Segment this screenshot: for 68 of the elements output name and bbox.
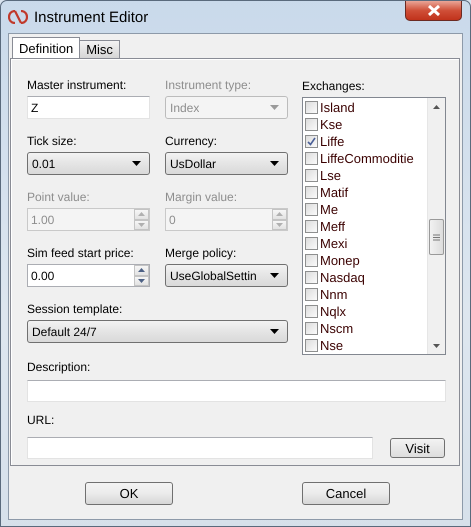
close-icon bbox=[426, 5, 440, 16]
field-label: Master instrument: bbox=[27, 77, 128, 93]
field-label: Exchanges: bbox=[302, 78, 366, 94]
dropdown-arrow-icon bbox=[270, 329, 279, 334]
field-label: Merge policy: bbox=[165, 245, 238, 261]
field-label: Description: bbox=[27, 359, 92, 375]
dropdown[interactable]: 0.01 bbox=[27, 152, 150, 175]
checkbox-label[interactable]: Island bbox=[320, 100, 355, 115]
checkbox[interactable] bbox=[305, 169, 318, 182]
checkbox-label[interactable]: Liffe bbox=[320, 134, 344, 149]
checkbox-label[interactable]: Nqlx bbox=[320, 304, 346, 319]
dropdown-arrow-icon bbox=[270, 105, 279, 110]
scrollbar[interactable] bbox=[427, 98, 445, 354]
checkbox[interactable] bbox=[305, 339, 318, 352]
checkbox-label[interactable]: Mexi bbox=[320, 236, 348, 251]
text-field[interactable] bbox=[27, 437, 374, 459]
checkbox[interactable] bbox=[305, 305, 318, 318]
dropdown-arrow-icon bbox=[132, 161, 141, 166]
checkbox-label[interactable]: Nnm bbox=[320, 287, 348, 302]
checkbox-label[interactable]: Nscm bbox=[320, 321, 354, 336]
tab[interactable]: Misc bbox=[79, 40, 120, 58]
visit-button[interactable]: Visit bbox=[390, 438, 445, 458]
dialog-button[interactable]: OK bbox=[85, 482, 173, 505]
field-label: Point value: bbox=[27, 189, 91, 205]
field-label: Sim feed start price: bbox=[27, 245, 135, 261]
field-label: Session template: bbox=[27, 301, 124, 317]
checkbox-label[interactable]: Kse bbox=[320, 117, 342, 132]
checkbox-label[interactable]: Lse bbox=[320, 168, 341, 183]
checkbox[interactable] bbox=[305, 135, 318, 148]
text-field[interactable]: Z bbox=[27, 96, 150, 119]
checkbox[interactable] bbox=[305, 220, 318, 233]
field-label: Instrument type: bbox=[165, 77, 252, 93]
checkbox[interactable] bbox=[305, 271, 318, 284]
close-button[interactable] bbox=[405, 1, 462, 21]
checkbox-label[interactable]: Meff bbox=[320, 219, 346, 234]
checkbox-label[interactable]: LiffeCommoditie bbox=[320, 151, 414, 166]
spin-down-icon[interactable] bbox=[134, 276, 149, 286]
text-field[interactable] bbox=[27, 380, 446, 402]
spin-field[interactable]: 0.00 bbox=[27, 264, 150, 287]
field-label: Tick size: bbox=[27, 133, 78, 149]
checkbox[interactable] bbox=[305, 254, 318, 267]
tab[interactable]: Definition bbox=[12, 37, 80, 58]
checkbox[interactable] bbox=[305, 322, 318, 335]
dialog-button[interactable]: Cancel bbox=[302, 482, 390, 505]
checkbox[interactable] bbox=[305, 101, 318, 114]
dropdown[interactable]: Default 24/7 bbox=[27, 320, 288, 343]
field-label: Currency: bbox=[165, 133, 218, 149]
checkbox[interactable] bbox=[305, 203, 318, 216]
field-label: Margin value: bbox=[165, 189, 238, 205]
scroll-thumb[interactable] bbox=[429, 219, 444, 255]
checkbox-label[interactable]: Me bbox=[320, 202, 338, 217]
checkbox-label[interactable]: Monep bbox=[320, 253, 360, 268]
spin-up-icon[interactable] bbox=[134, 265, 149, 276]
checkbox[interactable] bbox=[305, 152, 318, 165]
logo-icon bbox=[8, 10, 28, 24]
checkbox[interactable] bbox=[305, 288, 318, 301]
dropdown-arrow-icon bbox=[270, 273, 279, 278]
dropdown[interactable]: UseGlobalSettin bbox=[165, 264, 288, 287]
checkbox[interactable] bbox=[305, 186, 318, 199]
checkbox-label[interactable]: Nse bbox=[320, 338, 344, 353]
dropdown-arrow-icon bbox=[270, 161, 279, 166]
checkbox-label[interactable]: Nasdaq bbox=[320, 270, 365, 285]
checkbox[interactable] bbox=[305, 118, 318, 131]
checkbox[interactable] bbox=[305, 237, 318, 250]
dropdown[interactable]: UsDollar bbox=[165, 152, 288, 175]
field-label: URL: bbox=[27, 412, 56, 428]
window-title: Instrument Editor bbox=[34, 9, 148, 26]
checkbox-label[interactable]: Matif bbox=[320, 185, 348, 200]
